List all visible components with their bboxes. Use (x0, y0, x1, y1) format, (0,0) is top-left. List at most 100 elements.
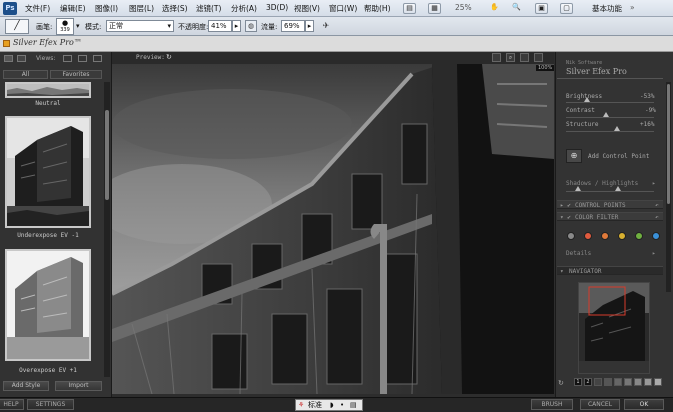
preview-canvas[interactable] (112, 64, 554, 394)
add-control-point-label[interactable]: Add Control Point (588, 153, 649, 160)
state-button-9[interactable] (654, 378, 662, 386)
ime-punctuation-icon[interactable]: ◗ (330, 400, 334, 410)
preset-thumbnail-neutral[interactable] (5, 82, 91, 98)
panel-divider (557, 78, 663, 79)
brightness-slider-knob[interactable] (583, 97, 590, 102)
tablet-pressure-opacity-icon[interactable]: ◍ (245, 20, 257, 32)
ok-button[interactable]: OK (624, 399, 664, 410)
details-expand-icon[interactable]: ▸ (652, 250, 656, 257)
filter-orange-swatch[interactable] (601, 232, 609, 240)
adjustments-scrollbar-thumb[interactable] (667, 84, 670, 204)
brush-button[interactable]: BRUSH (531, 399, 573, 410)
shadows-expand-icon[interactable]: ▸ (652, 180, 656, 187)
state-button-6[interactable] (624, 378, 632, 386)
hand-icon[interactable] (520, 53, 529, 62)
structure-slider-knob[interactable] (614, 126, 621, 131)
menu-select[interactable]: 选择(S) (162, 3, 188, 14)
menu-window[interactable]: 窗口(W) (329, 3, 357, 14)
state-button-1[interactable]: 1 (574, 378, 582, 386)
brush-dot-icon: ● (61, 19, 69, 27)
structure-slider-track[interactable] (566, 131, 654, 132)
color-filter-reset-icon[interactable]: ↶ (655, 214, 659, 221)
menu-3d[interactable]: 3D(D) (266, 3, 288, 12)
menu-help[interactable]: 帮助(H) (364, 3, 391, 14)
filter-red-swatch[interactable] (584, 232, 592, 240)
brush-preset-picker[interactable]: ● 339 (56, 18, 74, 35)
airbrush-icon[interactable]: ✈ (320, 20, 332, 32)
opacity-input[interactable]: 41% (208, 20, 232, 32)
import-button[interactable]: Import (55, 381, 102, 391)
control-points-expand-icon: ▸ ✔ (560, 202, 571, 209)
compare-icon[interactable] (492, 53, 501, 62)
view-mode-3-icon[interactable] (93, 55, 102, 62)
ime-keyboard-icon[interactable]: ▤ (350, 400, 357, 410)
shadows-knob[interactable] (575, 186, 581, 191)
workspace-chevron-icon[interactable]: » (630, 3, 635, 12)
control-points-section[interactable]: ▸ ✔ CONTROL POINTS ↶ (557, 200, 663, 209)
state-button-4[interactable] (604, 378, 612, 386)
menu-image[interactable]: 图像(I) (95, 3, 118, 14)
contrast-slider-track[interactable] (566, 117, 654, 118)
flow-input[interactable]: 69% (281, 20, 305, 32)
workspace-switcher[interactable]: 基本功能 (592, 3, 622, 14)
menu-filter[interactable]: 滤镜(T) (196, 3, 221, 14)
menu-view[interactable]: 视图(V) (294, 3, 320, 14)
bridge-icon[interactable]: ▤ (403, 3, 416, 14)
hand-tool-icon[interactable]: ✋ (488, 3, 501, 14)
view-mode-1-icon[interactable] (63, 55, 72, 62)
tab-all[interactable]: All (3, 70, 48, 79)
brightness-slider-track[interactable] (566, 102, 654, 103)
loupe-toggle-icon[interactable]: ↻ (558, 379, 564, 387)
preset-thumbnail-underexpose[interactable] (5, 116, 91, 228)
details-label[interactable]: Details (566, 250, 591, 257)
filter-yellow-swatch[interactable] (618, 232, 626, 240)
highlights-knob[interactable] (615, 186, 621, 191)
state-button-7[interactable] (634, 378, 642, 386)
preview-toggle-icon[interactable]: ↻ (166, 53, 172, 61)
brush-tool-icon[interactable]: ╱ (5, 19, 29, 34)
add-control-point-icon[interactable]: ⊕ (566, 149, 582, 163)
state-button-2[interactable]: 2 (584, 378, 592, 386)
navigator-label: NAVIGATOR (569, 268, 602, 275)
split-view-icon[interactable] (17, 55, 26, 62)
settings-button[interactable]: SETTINGS (27, 399, 74, 410)
state-button-3[interactable] (594, 378, 602, 386)
preset-thumbnail-overexpose[interactable] (5, 249, 91, 361)
filter-neutral-swatch[interactable] (567, 232, 575, 240)
color-filter-section[interactable]: ▾ ✔ COLOR FILTER ↶ (557, 212, 663, 221)
menu-analysis[interactable]: 分析(A) (231, 3, 257, 14)
presets-scrollbar-thumb[interactable] (105, 110, 109, 200)
opacity-slider-arrow-icon[interactable]: ▸ (232, 20, 241, 32)
mode-select[interactable]: 正常 ▾ (106, 20, 174, 32)
menu-edit[interactable]: 编辑(E) (60, 3, 86, 14)
state-button-8[interactable] (644, 378, 652, 386)
arrange-documents-icon[interactable]: ▣ (535, 3, 548, 14)
brand-label: Nik Software (566, 60, 603, 66)
control-points-reset-icon[interactable]: ↶ (655, 202, 659, 209)
ime-fullwidth-icon[interactable]: • (340, 400, 344, 410)
flow-slider-arrow-icon[interactable]: ▸ (305, 20, 314, 32)
single-view-icon[interactable] (4, 55, 13, 62)
navigator-header[interactable]: ▾ NAVIGATOR (557, 266, 663, 275)
view-extras-icon[interactable]: ▦ (428, 3, 441, 14)
menu-file[interactable]: 文件(F) (25, 3, 50, 14)
help-button[interactable]: HELP (0, 399, 24, 410)
navigator-thumbnail[interactable] (578, 282, 650, 374)
cancel-button[interactable]: CANCEL (580, 399, 620, 410)
background-color-icon[interactable] (534, 53, 543, 62)
zoom-level[interactable]: 25% (455, 3, 472, 12)
shadows-track[interactable] (566, 191, 654, 192)
ime-toolbar[interactable]: ⚘ 标准 ◗ • ▤ (295, 399, 363, 411)
menu-layer[interactable]: 图层(L) (129, 3, 154, 14)
state-button-5[interactable] (614, 378, 622, 386)
view-mode-2-icon[interactable] (78, 55, 87, 62)
zoom-tool-icon[interactable]: 🔍 (510, 3, 523, 14)
filter-blue-swatch[interactable] (652, 232, 660, 240)
contrast-slider-knob[interactable] (603, 112, 610, 117)
filter-green-swatch[interactable] (635, 232, 643, 240)
screen-mode-icon[interactable]: ▢ (560, 3, 573, 14)
brush-picker-arrow-icon[interactable]: ▾ (76, 22, 80, 30)
add-style-button[interactable]: Add Style (3, 381, 49, 391)
tab-favorites[interactable]: Favorites (50, 70, 102, 79)
zoom-icon[interactable]: ⌕ (506, 53, 515, 62)
